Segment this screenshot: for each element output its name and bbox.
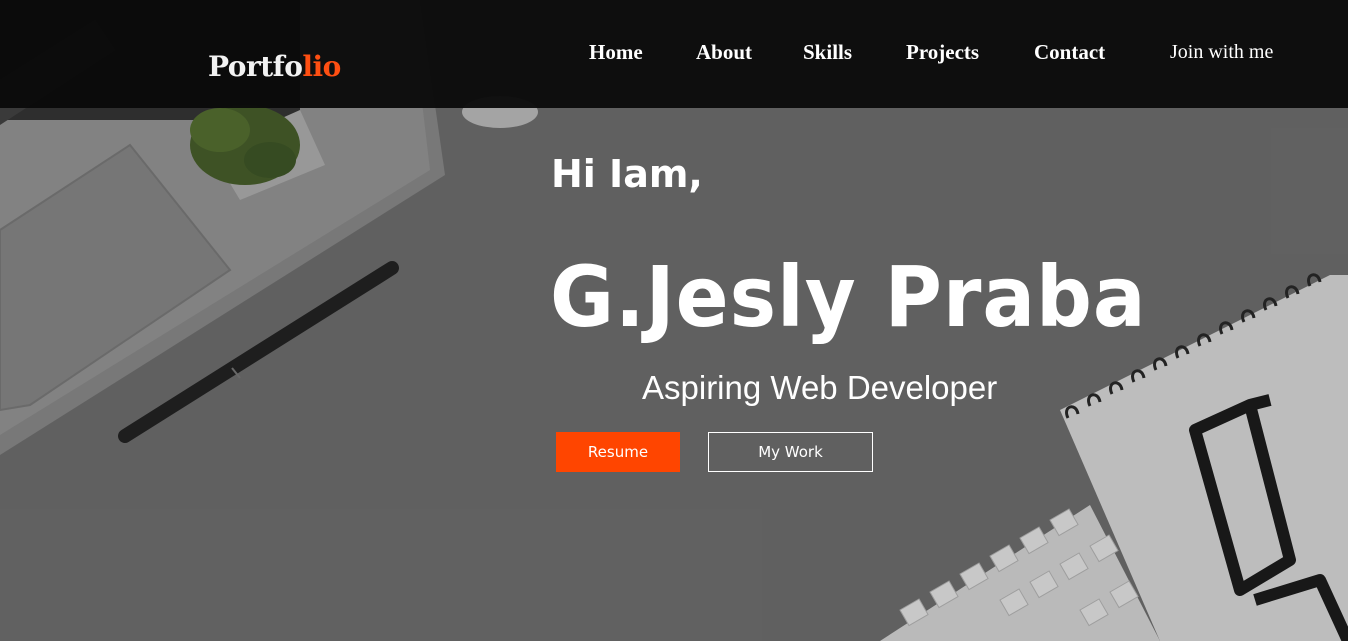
- nav-link-contact[interactable]: Contact: [1034, 40, 1105, 65]
- navbar: Portfolio Home About Skills Projects Con…: [0, 0, 1348, 108]
- my-work-button[interactable]: My Work: [708, 432, 873, 472]
- join-with-me-link[interactable]: Join with me: [1170, 41, 1273, 64]
- logo[interactable]: Portfolio: [208, 50, 341, 83]
- nav-link-skills[interactable]: Skills: [803, 40, 852, 65]
- logo-accent-text: lio: [302, 50, 341, 83]
- nav-link-projects[interactable]: Projects: [906, 40, 979, 65]
- resume-button[interactable]: Resume: [556, 432, 680, 472]
- hero-role: Aspiring Web Developer: [642, 369, 998, 406]
- nav-link-about[interactable]: About: [696, 40, 752, 65]
- hero-name: G.Jesly Praba: [550, 248, 1147, 346]
- logo-main-text: Portfo: [208, 50, 303, 83]
- hero-greeting: Hi Iam,: [551, 152, 703, 196]
- nav-link-home[interactable]: Home: [589, 40, 643, 65]
